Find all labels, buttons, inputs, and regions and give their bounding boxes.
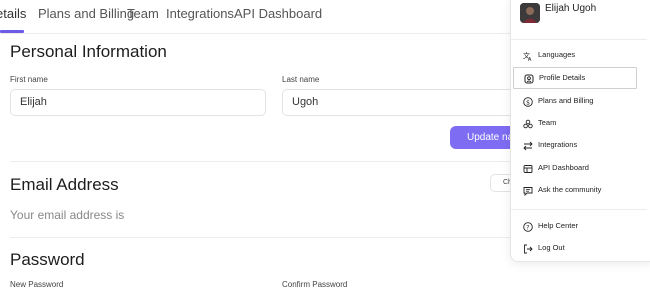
first-name-label: First name (10, 75, 48, 84)
email-address-text: Your email address is (10, 208, 125, 222)
help-icon: ? (523, 222, 533, 232)
svg-text:$: $ (526, 99, 530, 106)
menu-item-label: API Dashboard (538, 163, 589, 172)
user-menu-dropdown: Elijah Ugoh 文A Languages Profile Details… (510, 0, 650, 262)
menu-item-integrations[interactable]: Integrations (513, 135, 637, 157)
email-address-heading: Email Address (10, 175, 119, 194)
menu-item-help-center[interactable]: ? Help Center (513, 216, 637, 238)
menu-divider (511, 209, 647, 210)
logout-icon (523, 244, 533, 254)
new-password-label: New Password (10, 280, 64, 289)
section-divider (10, 237, 510, 238)
menu-item-label: Log Out (538, 243, 565, 252)
menu-item-label: Help Center (538, 221, 579, 230)
team-icon (523, 119, 533, 129)
menu-item-log-out[interactable]: Log Out (513, 238, 637, 260)
last-name-field[interactable]: Ugoh (282, 89, 522, 116)
menu-item-profile-details[interactable]: Profile Details (513, 67, 637, 89)
menu-item-api-dashboard[interactable]: API Dashboard (513, 158, 637, 180)
avatar (520, 3, 540, 23)
tab-integrations[interactable]: Integrations (166, 6, 234, 21)
menu-item-label: Languages (538, 50, 576, 59)
active-tab-indicator (0, 30, 24, 33)
tab-profile-details[interactable]: etails (0, 6, 26, 21)
menu-item-label: Team (538, 118, 557, 127)
translate-icon: 文A (523, 51, 533, 61)
user-name: Elijah Ugoh (545, 3, 597, 14)
menu-item-languages[interactable]: 文A Languages (513, 45, 637, 67)
menu-item-label: Profile Details (539, 73, 586, 82)
svg-text:A: A (528, 57, 532, 61)
menu-item-plans-and-billing[interactable]: $ Plans and Billing (513, 91, 637, 113)
tab-api-dashboard[interactable]: API Dashboard (234, 6, 322, 21)
menu-item-label: Plans and Billing (538, 96, 594, 105)
profile-icon (524, 74, 534, 84)
chat-icon (523, 186, 533, 196)
first-name-field[interactable]: Elijah (10, 89, 266, 116)
menu-item-label: Ask the community (538, 185, 602, 194)
dashboard-icon (523, 164, 533, 174)
personal-information-heading: Personal Information (10, 42, 167, 61)
dollar-icon: $ (523, 97, 533, 107)
last-name-label: Last name (282, 75, 320, 84)
tab-plans-and-billing[interactable]: Plans and Billing (38, 6, 134, 21)
svg-text:?: ? (526, 224, 529, 231)
menu-item-label: Integrations (538, 140, 578, 149)
confirm-password-label: Confirm Password (282, 280, 348, 289)
menu-divider (511, 39, 647, 40)
menu-item-team[interactable]: Team (513, 113, 637, 135)
menu-item-ask-the-community[interactable]: Ask the community (513, 180, 637, 202)
section-divider (10, 161, 510, 162)
tab-team[interactable]: Team (127, 6, 159, 21)
password-heading: Password (10, 250, 85, 269)
arrows-icon (523, 141, 533, 151)
